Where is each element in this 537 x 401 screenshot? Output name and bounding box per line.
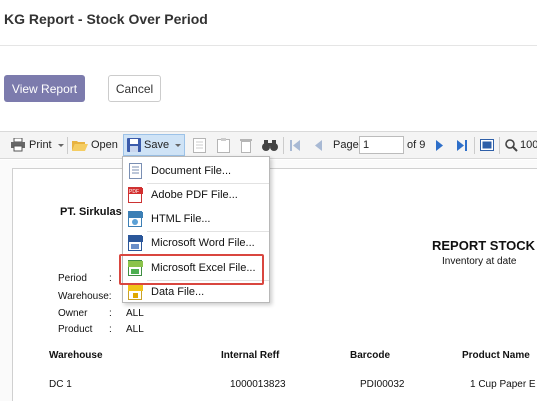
column-header-internal-reff: Internal Reff bbox=[221, 350, 280, 361]
next-page-button[interactable] bbox=[436, 132, 443, 158]
menu-item-document-file[interactable]: Document File... bbox=[124, 159, 269, 183]
page-view-button[interactable] bbox=[480, 132, 494, 158]
menu-item-label: Data File... bbox=[151, 286, 205, 298]
zoom-value: 100 bbox=[520, 139, 537, 151]
page-number-input[interactable]: 1 bbox=[359, 136, 404, 154]
field-value-product: ALL bbox=[126, 324, 144, 335]
field-sep-owner: : bbox=[109, 308, 112, 319]
field-label-product: Product bbox=[58, 324, 93, 335]
clipboard-icon bbox=[217, 137, 230, 153]
field-value-owner: ALL bbox=[126, 308, 144, 319]
field-sep-product: : bbox=[109, 324, 112, 335]
table-cell: 1000013823 bbox=[230, 379, 286, 390]
menu-item-label: HTML File... bbox=[151, 213, 211, 225]
report-page bbox=[12, 168, 537, 401]
menu-item-label: Adobe PDF File... bbox=[151, 189, 238, 201]
clipboard-button[interactable] bbox=[217, 132, 230, 158]
previous-page-button[interactable] bbox=[315, 132, 322, 158]
last-page-icon bbox=[457, 139, 467, 151]
menu-item-label: Microsoft Word File... bbox=[151, 237, 255, 249]
save-label: Save bbox=[144, 139, 170, 151]
field-label-warehouse: Warehouse: bbox=[58, 291, 112, 302]
chevron-down-icon bbox=[57, 143, 64, 147]
document-file-icon bbox=[126, 162, 144, 180]
first-page-button[interactable] bbox=[290, 132, 300, 158]
chevron-left-icon bbox=[315, 139, 322, 151]
print-button[interactable]: Print bbox=[10, 132, 64, 158]
menu-item-pdf-file[interactable]: PDF Adobe PDF File... bbox=[124, 183, 269, 207]
chevron-down-icon bbox=[175, 143, 182, 147]
header-divider bbox=[0, 45, 537, 46]
delete-button[interactable] bbox=[240, 132, 252, 158]
menu-item-label: Document File... bbox=[151, 165, 232, 177]
save-button-content[interactable]: Save bbox=[127, 132, 182, 158]
company-name: PT. Sirkulas bbox=[60, 206, 122, 218]
column-header-warehouse: Warehouse bbox=[49, 350, 103, 361]
menu-item-html-file[interactable]: HTML File... bbox=[124, 207, 269, 231]
menu-item-word-file[interactable]: Microsoft Word File... bbox=[124, 231, 269, 255]
field-label-owner: Owner bbox=[58, 308, 88, 319]
field-sep-period: : bbox=[109, 273, 112, 284]
field-label-period: Period bbox=[58, 273, 87, 284]
page-title: KG Report - Stock Over Period bbox=[4, 11, 208, 27]
page-view-icon bbox=[480, 139, 494, 151]
find-button[interactable] bbox=[262, 132, 278, 158]
table-cell: PDI00032 bbox=[360, 379, 405, 390]
report-toolbar: Print Open Save Page 1 of 9 100 bbox=[0, 131, 537, 159]
printer-icon bbox=[11, 138, 25, 152]
cancel-button[interactable]: Cancel bbox=[108, 75, 161, 102]
table-cell: DC 1 bbox=[49, 379, 72, 390]
html-file-icon bbox=[126, 210, 144, 228]
inventory-date-label: Inventory at date bbox=[442, 256, 517, 267]
last-page-button[interactable] bbox=[457, 132, 467, 158]
view-report-button[interactable]: View Report bbox=[4, 75, 85, 102]
toolbar-separator bbox=[474, 137, 475, 154]
data-file-icon bbox=[126, 283, 144, 301]
svg-text:PDF: PDF bbox=[129, 189, 139, 195]
excel-highlight-box bbox=[119, 254, 264, 285]
table-cell: 1 Cup Paper E bbox=[470, 379, 536, 390]
magnifier-icon bbox=[505, 138, 518, 152]
report-heading: REPORT STOCK bbox=[432, 238, 536, 253]
toolbar-separator bbox=[67, 137, 68, 154]
document-icon bbox=[193, 137, 206, 153]
open-button[interactable]: Open bbox=[72, 132, 118, 158]
export-icon-button[interactable] bbox=[193, 132, 206, 158]
toolbar-separator bbox=[283, 137, 284, 154]
column-header-product-name: Product Name bbox=[462, 350, 530, 361]
toolbar-separator bbox=[499, 137, 500, 154]
chevron-right-icon bbox=[436, 139, 443, 151]
floppy-disk-icon bbox=[127, 138, 141, 152]
trash-icon bbox=[240, 138, 252, 153]
print-label: Print bbox=[29, 139, 52, 151]
zoom-control[interactable]: 100 bbox=[505, 132, 537, 158]
binoculars-icon bbox=[262, 139, 278, 151]
page-label: Page bbox=[333, 139, 359, 151]
open-label: Open bbox=[91, 139, 118, 151]
page-count: of 9 bbox=[407, 139, 426, 151]
column-header-barcode: Barcode bbox=[350, 350, 391, 361]
pdf-file-icon: PDF bbox=[126, 186, 144, 204]
word-file-icon bbox=[126, 234, 144, 252]
folder-open-icon bbox=[72, 140, 88, 151]
first-page-icon bbox=[290, 139, 300, 151]
